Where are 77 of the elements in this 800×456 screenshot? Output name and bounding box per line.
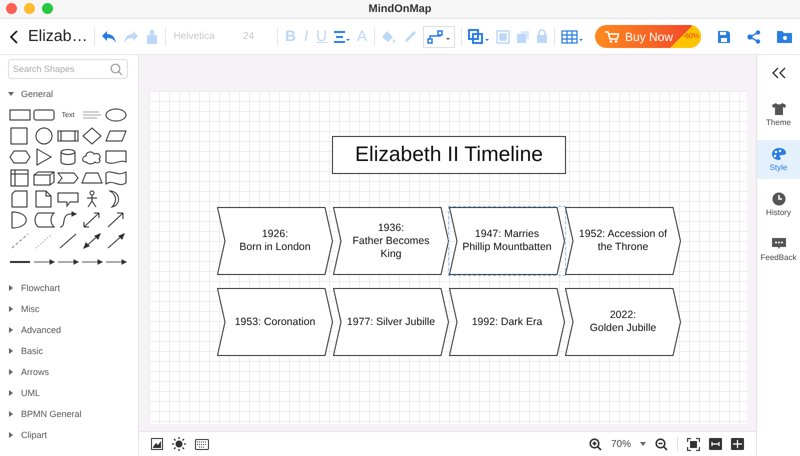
collapsed-caret-icon xyxy=(8,348,14,354)
category-item[interactable]: BPMN General xyxy=(8,403,128,424)
collapsed-caret-icon xyxy=(8,368,14,374)
category-item[interactable]: Advanced xyxy=(8,319,128,340)
collapsed-caret-icon xyxy=(8,432,14,438)
timeline-step[interactable]: 1952: Accession of the Throne xyxy=(565,207,681,275)
dotted-line-shape-icon[interactable] xyxy=(33,232,55,250)
align-icon[interactable] xyxy=(334,30,350,44)
category-item[interactable]: General xyxy=(8,83,128,104)
callout-shape-icon[interactable] xyxy=(57,190,79,208)
timeline-step[interactable]: 1977: Silver Jubille xyxy=(333,288,449,356)
timeline-step[interactable]: 1936: Father Becomes King xyxy=(333,207,449,275)
collapsed-caret-icon xyxy=(8,326,14,332)
timeline-step[interactable]: 2022: Golden Jubille xyxy=(565,288,681,356)
search-field[interactable]: Search Shapes xyxy=(8,59,128,79)
t-shirt-icon xyxy=(770,102,786,116)
search-icon[interactable] xyxy=(110,63,123,76)
arrange-icon[interactable] xyxy=(468,28,490,44)
fit-screen-icon[interactable] xyxy=(687,438,700,450)
tape-shape-icon[interactable] xyxy=(105,169,127,187)
category-item[interactable]: Flowchart xyxy=(8,277,128,298)
panel-tab[interactable]: Theme xyxy=(757,95,800,134)
collapsed-caret-icon xyxy=(8,306,14,312)
circle-shape-icon[interactable] xyxy=(33,127,55,145)
timeline-step[interactable]: 1947: Marries Phillip Mountbatten xyxy=(449,207,565,275)
double-arrow-line-shape-icon[interactable] xyxy=(81,232,103,250)
window-title: MindOnMap xyxy=(368,3,432,15)
collapse-panel-icon[interactable] xyxy=(772,67,786,79)
cart-icon xyxy=(604,30,619,42)
timeline-step[interactable]: 1992: Dark Era xyxy=(449,288,565,356)
clock-icon xyxy=(770,192,786,206)
keyboard-icon[interactable] xyxy=(195,438,209,450)
diamond-shape-icon[interactable] xyxy=(81,127,103,145)
palette-icon xyxy=(770,147,786,161)
document-shape-icon[interactable] xyxy=(105,148,127,166)
share-icon[interactable] xyxy=(747,30,761,44)
table-icon[interactable] xyxy=(560,30,585,44)
collapsed-caret-icon xyxy=(8,410,14,416)
close-window-button[interactable] xyxy=(6,3,17,14)
expanded-caret-icon xyxy=(8,90,14,96)
connector-dropdown[interactable] xyxy=(422,26,455,48)
panel-tab[interactable]: Style xyxy=(757,140,800,179)
caret-icon[interactable] xyxy=(640,442,646,446)
category-item[interactable]: UML xyxy=(8,382,128,403)
category-item[interactable]: Clipart xyxy=(8,424,128,445)
table-shape-icon[interactable] xyxy=(9,169,31,187)
image-icon[interactable] xyxy=(151,438,163,450)
line-shape-icon[interactable] xyxy=(57,232,79,250)
fit-width-icon[interactable] xyxy=(709,438,722,450)
timeline-step[interactable]: 1953: Coronation xyxy=(217,288,333,356)
panel-tab[interactable]: FeedBack xyxy=(757,230,800,269)
collapsed-caret-icon xyxy=(8,390,14,396)
canvas-page[interactable] xyxy=(149,91,747,424)
zoom-level-dropdown[interactable]: 70% xyxy=(610,438,631,450)
timeline-step[interactable]: 1926: Born in London xyxy=(217,207,333,275)
layout-icon[interactable] xyxy=(731,438,744,450)
sun-icon[interactable] xyxy=(172,437,186,451)
back-icon[interactable] xyxy=(8,28,20,44)
storage-shape-icon[interactable] xyxy=(33,211,55,229)
curved-arrow-shape-icon[interactable] xyxy=(57,211,79,229)
zoom-out-icon[interactable] xyxy=(655,438,668,450)
document-title[interactable]: Elizab… xyxy=(28,28,88,46)
collapsed-caret-icon xyxy=(8,284,14,290)
chat-icon xyxy=(770,237,786,251)
undo-icon[interactable] xyxy=(100,30,117,44)
arrow-line-shape-icon[interactable] xyxy=(105,232,127,250)
category-item[interactable]: Basic xyxy=(8,340,128,361)
panel-tab[interactable]: History xyxy=(757,185,800,224)
hexagon-shape-icon[interactable] xyxy=(9,148,31,166)
folder-icon[interactable] xyxy=(777,30,792,43)
category-item[interactable]: Arrows xyxy=(8,361,128,382)
ellipse-shape-icon[interactable] xyxy=(105,106,127,124)
zoom-in-icon[interactable] xyxy=(588,438,602,450)
timeline-title[interactable]: Elizabeth II Timeline xyxy=(332,136,566,174)
category-item[interactable]: Misc xyxy=(8,298,128,319)
cube-shape-icon[interactable] xyxy=(33,169,55,187)
save-icon[interactable] xyxy=(717,30,731,44)
